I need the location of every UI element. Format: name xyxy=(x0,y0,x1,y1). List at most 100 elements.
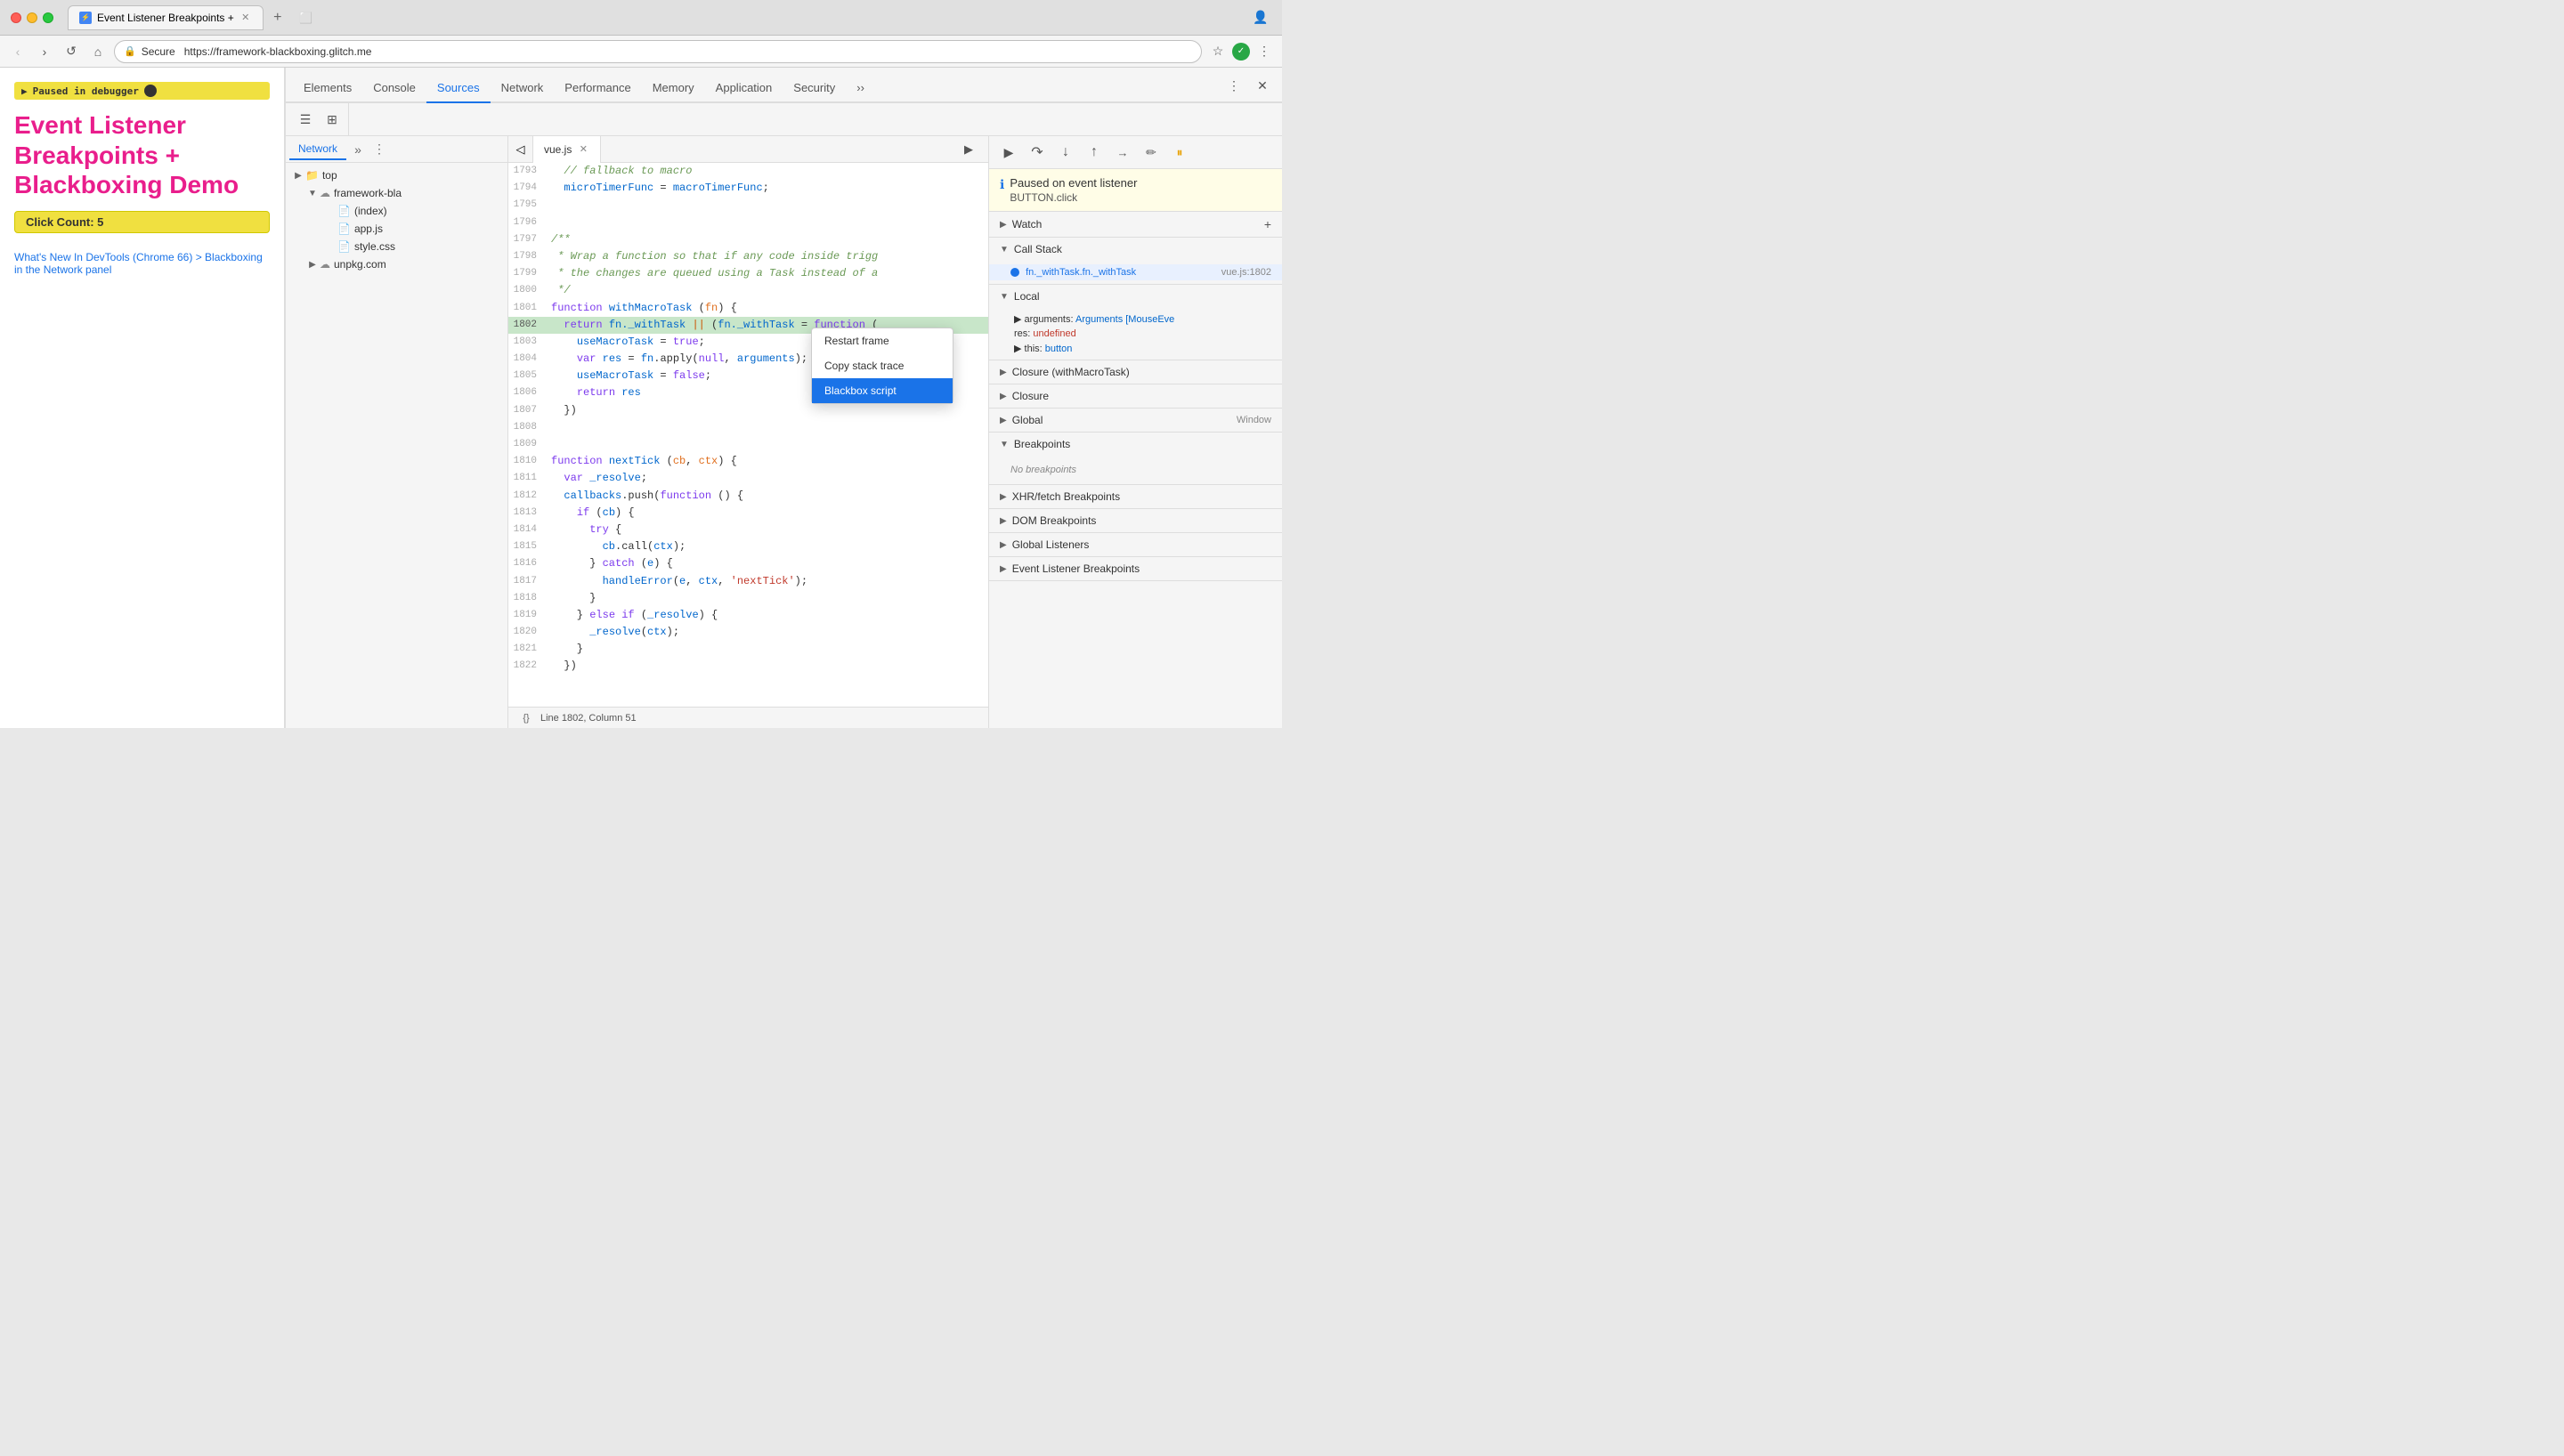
format-icon[interactable]: {} xyxy=(519,711,533,725)
watch-add-btn[interactable]: + xyxy=(1264,217,1271,231)
account-button[interactable]: 👤 xyxy=(1250,7,1271,28)
tree-item-appjs-label: app.js xyxy=(354,222,500,235)
home-button[interactable]: ⌂ xyxy=(87,41,109,62)
editor-tab-vuejs[interactable]: vue.js ✕ xyxy=(533,136,601,163)
step-out-btn[interactable]: ↑ xyxy=(1082,140,1107,165)
dom-breakpoints-header[interactable]: ▶ DOM Breakpoints xyxy=(989,509,1282,532)
scope-global-section: ▶ Global Window xyxy=(989,408,1282,433)
step-btn[interactable]: → xyxy=(1110,140,1135,165)
ctx-menu-copy-stack-trace[interactable]: Copy stack trace xyxy=(812,353,953,378)
tab-elements[interactable]: Elements xyxy=(293,74,362,103)
forward-button[interactable]: › xyxy=(34,41,55,62)
call-stack-section: ▼ Call Stack fn._withTask.fn._withTask v… xyxy=(989,238,1282,285)
event-listener-breakpoints-arrow: ▶ xyxy=(1000,564,1007,574)
network-tab[interactable]: Network xyxy=(289,139,346,160)
show-navigator-icon[interactable]: ☰ xyxy=(293,107,318,132)
tree-arrow-framework: ▼ xyxy=(307,188,318,198)
file-panel-menu-btn[interactable]: ⋮ xyxy=(369,140,389,159)
address-bar[interactable]: 🔒 Secure https://framework-blackboxing.g… xyxy=(114,40,1202,63)
call-stack-item-0[interactable]: fn._withTask.fn._withTask vue.js:1802 xyxy=(989,264,1282,280)
extension-button[interactable]: ✓ xyxy=(1232,43,1250,61)
prettify-btn[interactable]: ▶ xyxy=(956,137,981,162)
call-stack-header[interactable]: ▼ Call Stack xyxy=(989,238,1282,261)
close-button[interactable] xyxy=(11,12,21,23)
tab-memory[interactable]: Memory xyxy=(642,74,705,103)
scope-closure-arrow: ▶ xyxy=(1000,392,1007,401)
breakpoints-header[interactable]: ▼ Breakpoints xyxy=(989,433,1282,456)
tree-item-top-label: top xyxy=(322,169,500,182)
ctx-menu-blackbox-script[interactable]: Blackbox script xyxy=(812,378,953,403)
scope-closure-wmt-header[interactable]: ▶ Closure (withMacroTask) xyxy=(989,360,1282,384)
tree-item-top[interactable]: ▶ 📁 top xyxy=(286,166,507,184)
step-into-btn[interactable]: ↓ xyxy=(1053,140,1078,165)
paused-label: Paused in debugger xyxy=(33,85,139,97)
click-count-badge[interactable]: Click Count: 5 xyxy=(14,211,270,233)
back-button[interactable]: ‹ xyxy=(7,41,28,62)
deactivate-breakpoints-btn[interactable]: ✏ xyxy=(1139,140,1164,165)
tab-network[interactable]: Network xyxy=(491,74,555,103)
step-over-btn[interactable]: ↷ xyxy=(1025,140,1050,165)
global-listeners-header[interactable]: ▶ Global Listeners xyxy=(989,533,1282,556)
url-text: https://framework-blackboxing.glitch.me xyxy=(184,45,372,58)
xhr-breakpoints-header[interactable]: ▶ XHR/fetch Breakpoints xyxy=(989,485,1282,508)
code-line-1815: 1815 cb.call(ctx); xyxy=(508,538,988,555)
tab-performance[interactable]: Performance xyxy=(554,74,641,103)
search-across-files-icon[interactable]: ⊞ xyxy=(320,107,345,132)
tree-item-stylecss-label: style.css xyxy=(354,240,500,253)
code-content[interactable]: 1793 // fallback to macro 1794 microTime… xyxy=(508,163,988,707)
tab-application[interactable]: Application xyxy=(705,74,783,103)
bookmark-button[interactable]: ☆ xyxy=(1207,41,1229,62)
tab-sources[interactable]: Sources xyxy=(426,74,491,103)
devtools-panel: Elements Console Sources Network Perform… xyxy=(285,68,1282,728)
scope-closure-wmt-section: ▶ Closure (withMacroTask) xyxy=(989,360,1282,384)
call-stack-file-0: vue.js:1802 xyxy=(1221,267,1271,278)
watch-header[interactable]: ▶ Watch + xyxy=(989,212,1282,237)
tree-item-unpkg[interactable]: ▶ ☁ unpkg.com xyxy=(286,255,507,273)
tree-item-stylecss[interactable]: ▶ 📄 style.css xyxy=(286,238,507,255)
tab-more[interactable]: ›› xyxy=(846,74,875,103)
resume-btn[interactable]: ▶ xyxy=(996,140,1021,165)
paused-text: Paused on event listener BUTTON.click xyxy=(1010,176,1137,204)
devtools-settings-icon[interactable]: ⋮ xyxy=(1221,73,1246,98)
browser-page: ▶ Paused in debugger Event Listener Brea… xyxy=(0,68,285,728)
event-listener-breakpoints-header[interactable]: ▶ Event Listener Breakpoints xyxy=(989,557,1282,580)
scope-item-res[interactable]: res: undefined xyxy=(989,327,1282,341)
tab-console[interactable]: Console xyxy=(362,74,426,103)
breakpoints-label: Breakpoints xyxy=(1014,438,1070,450)
secure-icon: 🔒 xyxy=(124,45,136,57)
menu-button[interactable]: ⋮ xyxy=(1254,41,1275,62)
tree-item-index[interactable]: ▶ 📄 (index) xyxy=(286,202,507,220)
ctx-menu-restart-frame[interactable]: Restart frame xyxy=(812,328,953,353)
tab-search-button[interactable]: ⬜ xyxy=(292,5,320,30)
folder-icon-top: 📁 xyxy=(305,169,319,182)
scope-local-arrow: ▼ xyxy=(1000,292,1009,302)
code-line-1814: 1814 try { xyxy=(508,522,988,538)
scope-item-this[interactable]: ▶ this: button xyxy=(989,341,1282,356)
tab-security[interactable]: Security xyxy=(783,74,846,103)
scope-item-arguments[interactable]: ▶ arguments: Arguments [MouseEve xyxy=(989,311,1282,327)
no-breakpoints-msg: No breakpoints xyxy=(989,459,1282,481)
editor-tab-close[interactable]: ✕ xyxy=(577,143,589,156)
scope-global-header[interactable]: ▶ Global Window xyxy=(989,408,1282,432)
scope-global-label: Global xyxy=(1012,414,1043,426)
minimize-button[interactable] xyxy=(27,12,37,23)
dom-breakpoints-label: DOM Breakpoints xyxy=(1012,514,1097,527)
code-line-1807: 1807 }) xyxy=(508,402,988,419)
tree-item-appjs[interactable]: ▶ 📄 app.js xyxy=(286,220,507,238)
scope-closure-header[interactable]: ▶ Closure xyxy=(989,384,1282,408)
editor-collapse-btn[interactable]: ◁ xyxy=(508,136,533,163)
refresh-button[interactable]: ↺ xyxy=(61,41,82,62)
tree-item-framework[interactable]: ▼ ☁ framework-bla xyxy=(286,184,507,202)
code-line-1808: 1808 xyxy=(508,419,988,436)
page-link-network[interactable]: What's New In DevTools (Chrome 66) > Bla… xyxy=(14,251,270,276)
page-links: What's New In DevTools (Chrome 66) > Bla… xyxy=(14,251,270,276)
browser-tab[interactable]: ⚡ Event Listener Breakpoints + ✕ xyxy=(68,5,264,30)
file-panel-more-btn[interactable]: » xyxy=(348,140,368,159)
maximize-button[interactable] xyxy=(43,12,53,23)
code-line-1794: 1794 microTimerFunc = macroTimerFunc; xyxy=(508,180,988,197)
tab-close-button[interactable]: ✕ xyxy=(239,12,252,24)
new-tab-button[interactable]: + xyxy=(267,7,288,28)
scope-local-header[interactable]: ▼ Local xyxy=(989,285,1282,308)
pause-on-exceptions-btn[interactable]: ⏸ xyxy=(1167,140,1192,165)
devtools-close-icon[interactable]: ✕ xyxy=(1250,73,1275,98)
